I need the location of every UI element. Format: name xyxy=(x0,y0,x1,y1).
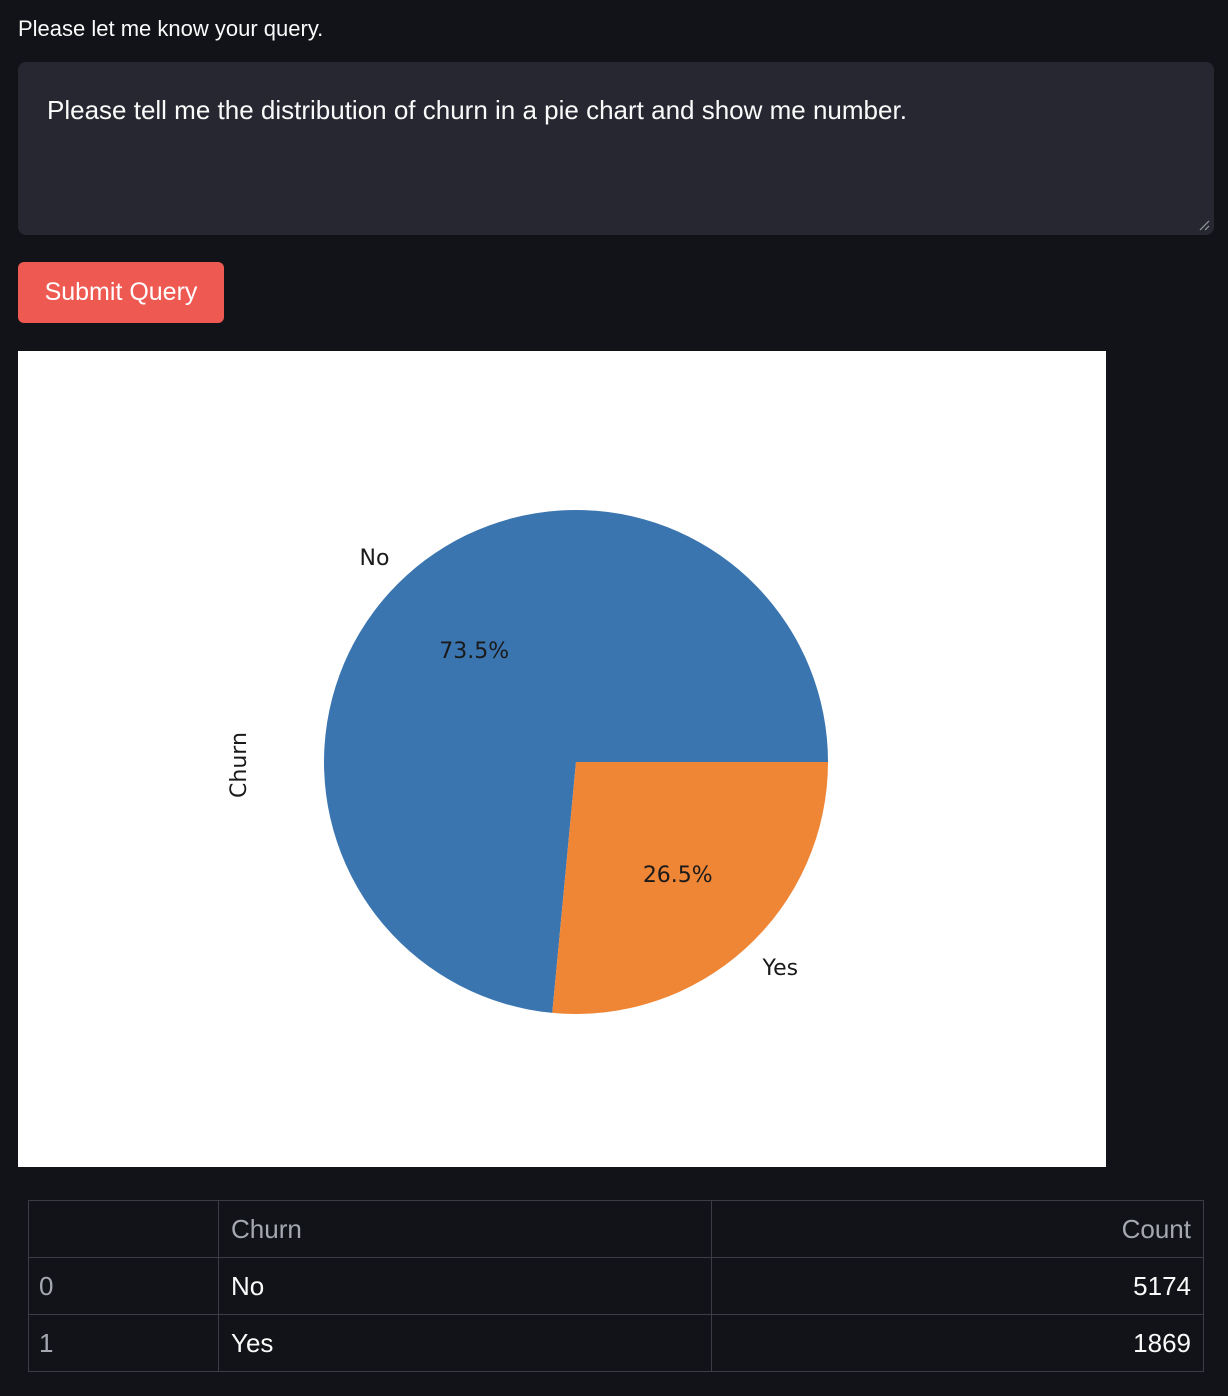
pie-category-label: Yes xyxy=(762,956,799,981)
table-row: 1 Yes 1869 xyxy=(28,1314,1204,1372)
submit-query-button[interactable]: Submit Query xyxy=(18,262,224,323)
row-count: 1869 xyxy=(711,1314,1204,1372)
pie-percent-label: 26.5% xyxy=(643,863,713,888)
table-header-churn[interactable]: Churn xyxy=(218,1200,712,1258)
table-row: 0 No 5174 xyxy=(28,1257,1204,1315)
row-count: 5174 xyxy=(711,1257,1204,1315)
pie-ylabel: Churn xyxy=(227,732,252,798)
table-header-index[interactable] xyxy=(28,1200,219,1258)
query-label: Please let me know your query. xyxy=(18,16,324,41)
table-header-count[interactable]: Count xyxy=(711,1200,1204,1258)
results-table: Churn Count 0 No 5174 1 Yes 1869 xyxy=(28,1200,1204,1372)
pie-chart-svg: No 73.5% Yes 26.5% Churn xyxy=(227,510,829,1014)
pie-percent-label: 73.5% xyxy=(439,639,509,664)
row-index: 1 xyxy=(28,1314,219,1372)
row-index: 0 xyxy=(28,1257,219,1315)
table-header-row: Churn Count xyxy=(28,1200,1204,1258)
row-churn: No xyxy=(218,1257,712,1315)
pie-category-label: No xyxy=(360,546,390,571)
query-textarea[interactable]: Please tell me the distribution of churn… xyxy=(18,62,1214,235)
row-churn: Yes xyxy=(218,1314,712,1372)
query-text: Please tell me the distribution of churn… xyxy=(47,95,907,125)
resize-handle-icon[interactable] xyxy=(1198,219,1210,231)
pie-chart: No 73.5% Yes 26.5% Churn xyxy=(18,351,1106,1167)
